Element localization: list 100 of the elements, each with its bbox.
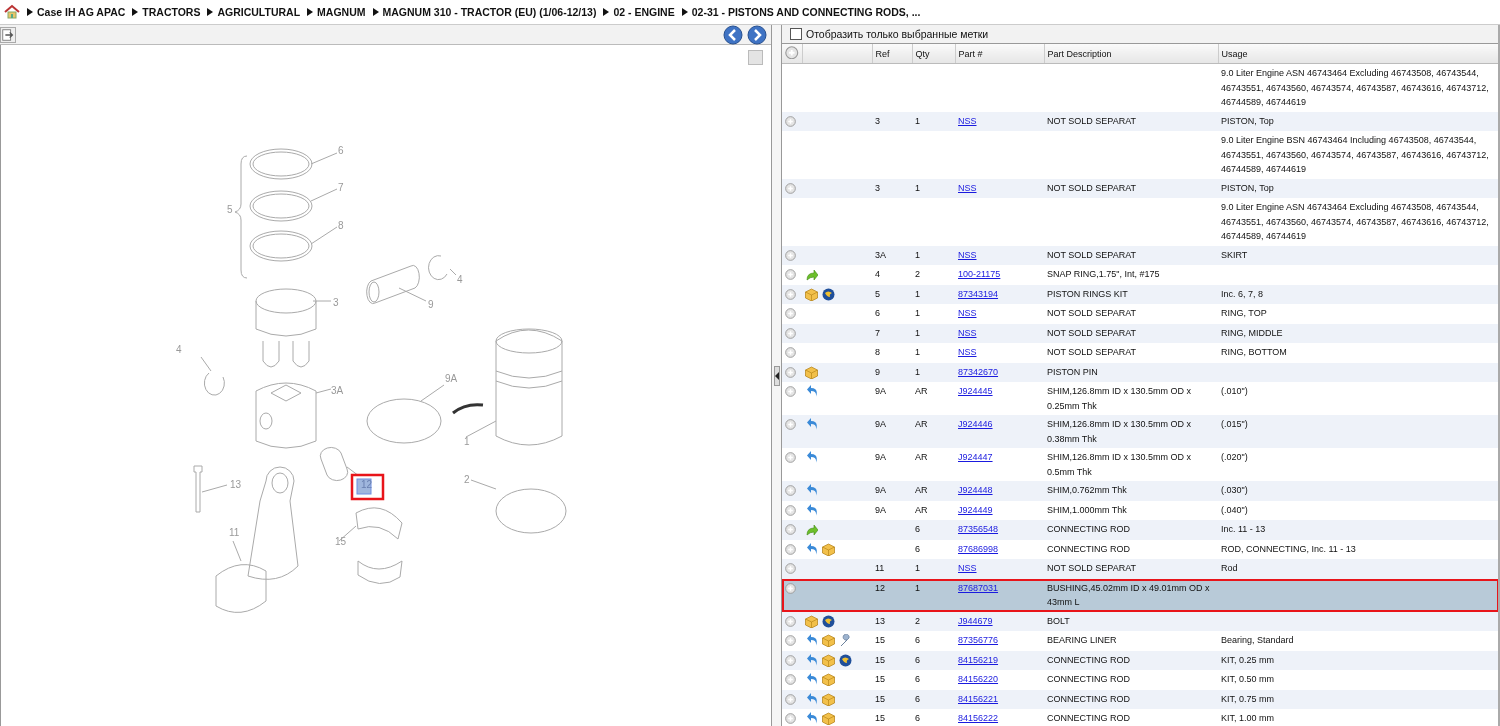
table-row[interactable]: 9A AR J924449 SHIM,1.000mm Thk (.040") xyxy=(782,500,1498,520)
breadcrumb-link[interactable]: 02 - ENGINE xyxy=(613,6,675,18)
return-arrow-icon[interactable] xyxy=(805,385,818,398)
return-arrow-icon[interactable] xyxy=(805,673,818,686)
table-row[interactable]: 13 2 J944679 BOLT xyxy=(782,611,1498,631)
part-number-link[interactable]: NSS xyxy=(958,563,977,573)
table-row[interactable]: 15 6 87356776 BEARING LINER Bearing, Standard xyxy=(782,631,1498,651)
fit-button[interactable] xyxy=(748,50,763,65)
forward-button[interactable] xyxy=(747,24,767,45)
table-row[interactable]: 7 1 NSS NOT SOLD SEPARAT RING, MIDDLE xyxy=(782,323,1498,343)
return-arrow-icon[interactable] xyxy=(805,418,818,431)
breadcrumb-link[interactable]: MAGNUM xyxy=(317,6,366,18)
table-row[interactable]: 15 6 84156222 CONNECTING ROD KIT, 1.00 mm xyxy=(782,709,1498,726)
part-number-link[interactable]: 84156219 xyxy=(958,654,999,665)
expand-icon[interactable] xyxy=(785,288,799,300)
expand-icon[interactable] xyxy=(785,485,799,496)
breadcrumb-link[interactable]: MAGNUM 310 - TRACTOR (EU) (1/06-12/13) xyxy=(382,6,597,18)
globe-icon[interactable] xyxy=(839,653,852,667)
expand-icon[interactable] xyxy=(785,693,799,705)
part-number-link[interactable]: NSS xyxy=(958,308,977,318)
expand-icon[interactable] xyxy=(785,563,799,574)
part-number-link[interactable]: 84156222 xyxy=(958,713,999,723)
package-icon[interactable] xyxy=(822,542,835,556)
breadcrumb-link[interactable]: 02-31 - PISTONS AND CONNECTING RODS, ... xyxy=(691,6,921,18)
expand-icon[interactable] xyxy=(785,713,799,724)
expand-icon[interactable] xyxy=(785,524,799,535)
expand-icon[interactable] xyxy=(785,674,799,685)
expand-icon[interactable] xyxy=(785,308,799,319)
expand-icon[interactable] xyxy=(785,582,799,594)
expand-icon[interactable] xyxy=(785,269,799,280)
return-arrow-icon[interactable] xyxy=(805,692,818,706)
table-row[interactable]: 9A AR J924446 SHIM,126.8mm ID x 130.5mm OD x 0.38mm Thk (.015") xyxy=(782,415,1498,448)
table-row[interactable]: 9A AR J924445 SHIM,126.8mm ID x 130.5mm OD x 0.25mm Thk (.010") xyxy=(782,382,1498,415)
expand-icon[interactable] xyxy=(785,504,799,516)
back-button[interactable] xyxy=(723,24,743,45)
collapse-handle[interactable] xyxy=(773,365,780,386)
globe-icon[interactable] xyxy=(822,614,835,628)
table-row[interactable]: 12 1 87687031 BUSHING,45.02mm ID x 49.01mm OD x 43mm L xyxy=(782,578,1498,612)
part-number-link[interactable]: J924447 xyxy=(958,452,993,462)
breadcrumb-link[interactable]: Case IH AG APAC xyxy=(37,6,126,18)
package-icon[interactable] xyxy=(822,712,835,725)
table-row[interactable]: 4 2 100-21175 SNAP RING,1.75", Int, #175 xyxy=(782,265,1498,285)
curved-arrow-icon[interactable] xyxy=(805,523,818,536)
table-row[interactable]: 9 1 87342670 PISTON PIN xyxy=(782,362,1498,382)
part-number-link[interactable]: 84156220 xyxy=(958,674,999,684)
expand-icon[interactable] xyxy=(785,615,799,627)
part-number-link[interactable]: 87356776 xyxy=(958,635,999,645)
globe-icon[interactable] xyxy=(822,287,835,301)
part-number-link[interactable]: 87343194 xyxy=(958,288,999,299)
part-number-link[interactable]: NSS xyxy=(958,327,977,338)
table-row[interactable]: 11 1 NSS NOT SOLD SEPARAT Rod xyxy=(782,559,1498,579)
package-icon[interactable] xyxy=(822,673,835,686)
part-number-link[interactable]: J924445 xyxy=(958,386,993,396)
expand-icon[interactable] xyxy=(785,347,799,358)
expand-icon[interactable] xyxy=(785,452,799,463)
part-number-link[interactable]: 100-21175 xyxy=(958,269,1001,279)
expand-icon[interactable] xyxy=(785,327,799,339)
table-row[interactable]: 8 1 NSS NOT SOLD SEPARAT RING, BOTTOM xyxy=(782,343,1498,363)
table-row[interactable]: 6 87686998 CONNECTING ROD ROD, CONNECTING, Inc. 11 - 13 xyxy=(782,539,1498,559)
table-row[interactable]: 5 1 87343194 PISTON RINGS KIT Inc. 6, 7, 8 xyxy=(782,284,1498,304)
checkbox[interactable] xyxy=(790,28,802,40)
part-number-link[interactable]: NSS xyxy=(958,182,977,193)
breadcrumb-link[interactable]: TRACTORS xyxy=(142,6,201,18)
return-arrow-icon[interactable] xyxy=(805,712,818,725)
curved-arrow-icon[interactable] xyxy=(805,268,818,281)
home-icon[interactable] xyxy=(4,4,20,20)
return-arrow-icon[interactable] xyxy=(805,542,818,556)
part-number-link[interactable]: 87687031 xyxy=(958,582,999,593)
expand-icon[interactable] xyxy=(785,366,799,378)
part-number-link[interactable]: J924446 xyxy=(958,419,993,429)
return-arrow-icon[interactable] xyxy=(805,451,818,464)
expand-icon[interactable] xyxy=(785,115,799,127)
expand-icon[interactable] xyxy=(785,543,799,555)
expand-icon[interactable] xyxy=(785,182,799,194)
return-arrow-icon[interactable] xyxy=(805,484,818,497)
part-number-link[interactable]: NSS xyxy=(958,115,977,126)
expand-icon[interactable] xyxy=(785,635,799,646)
part-number-link[interactable]: J944679 xyxy=(958,615,993,626)
return-arrow-icon[interactable] xyxy=(805,503,818,517)
package-icon[interactable] xyxy=(822,634,835,647)
return-arrow-icon[interactable] xyxy=(805,634,818,647)
part-number-link[interactable]: J924449 xyxy=(958,504,993,515)
expand-icon[interactable] xyxy=(785,654,799,666)
part-number-link[interactable]: NSS xyxy=(958,249,977,260)
part-number-link[interactable]: 87342670 xyxy=(958,366,999,377)
table-row[interactable]: 6 1 NSS NOT SOLD SEPARAT RING, TOP xyxy=(782,304,1498,324)
package-icon[interactable] xyxy=(822,692,835,706)
table-row[interactable]: 9A AR J924447 SHIM,126.8mm ID x 130.5mm OD x 0.5mm Thk (.020") xyxy=(782,448,1498,481)
part-number-link[interactable]: J924448 xyxy=(958,485,993,495)
part-number-link[interactable]: 87356548 xyxy=(958,524,999,534)
table-row[interactable]: 15 6 84156221 CONNECTING ROD KIT, 0.75 mm xyxy=(782,689,1498,709)
expand-icon[interactable] xyxy=(785,386,799,397)
export-button[interactable] xyxy=(0,26,16,43)
package-icon[interactable] xyxy=(805,365,818,379)
table-row[interactable]: 15 6 84156219 CONNECTING ROD KIT, 0.25 mm xyxy=(782,650,1498,670)
expand-icon[interactable] xyxy=(785,419,799,430)
table-row[interactable]: 9A AR J924448 SHIM,0.762mm Thk (.030") xyxy=(782,481,1498,501)
return-arrow-icon[interactable] xyxy=(805,653,818,667)
expand-icon[interactable] xyxy=(785,249,799,261)
table-row[interactable]: 15 6 84156220 CONNECTING ROD KIT, 0.50 mm xyxy=(782,670,1498,690)
